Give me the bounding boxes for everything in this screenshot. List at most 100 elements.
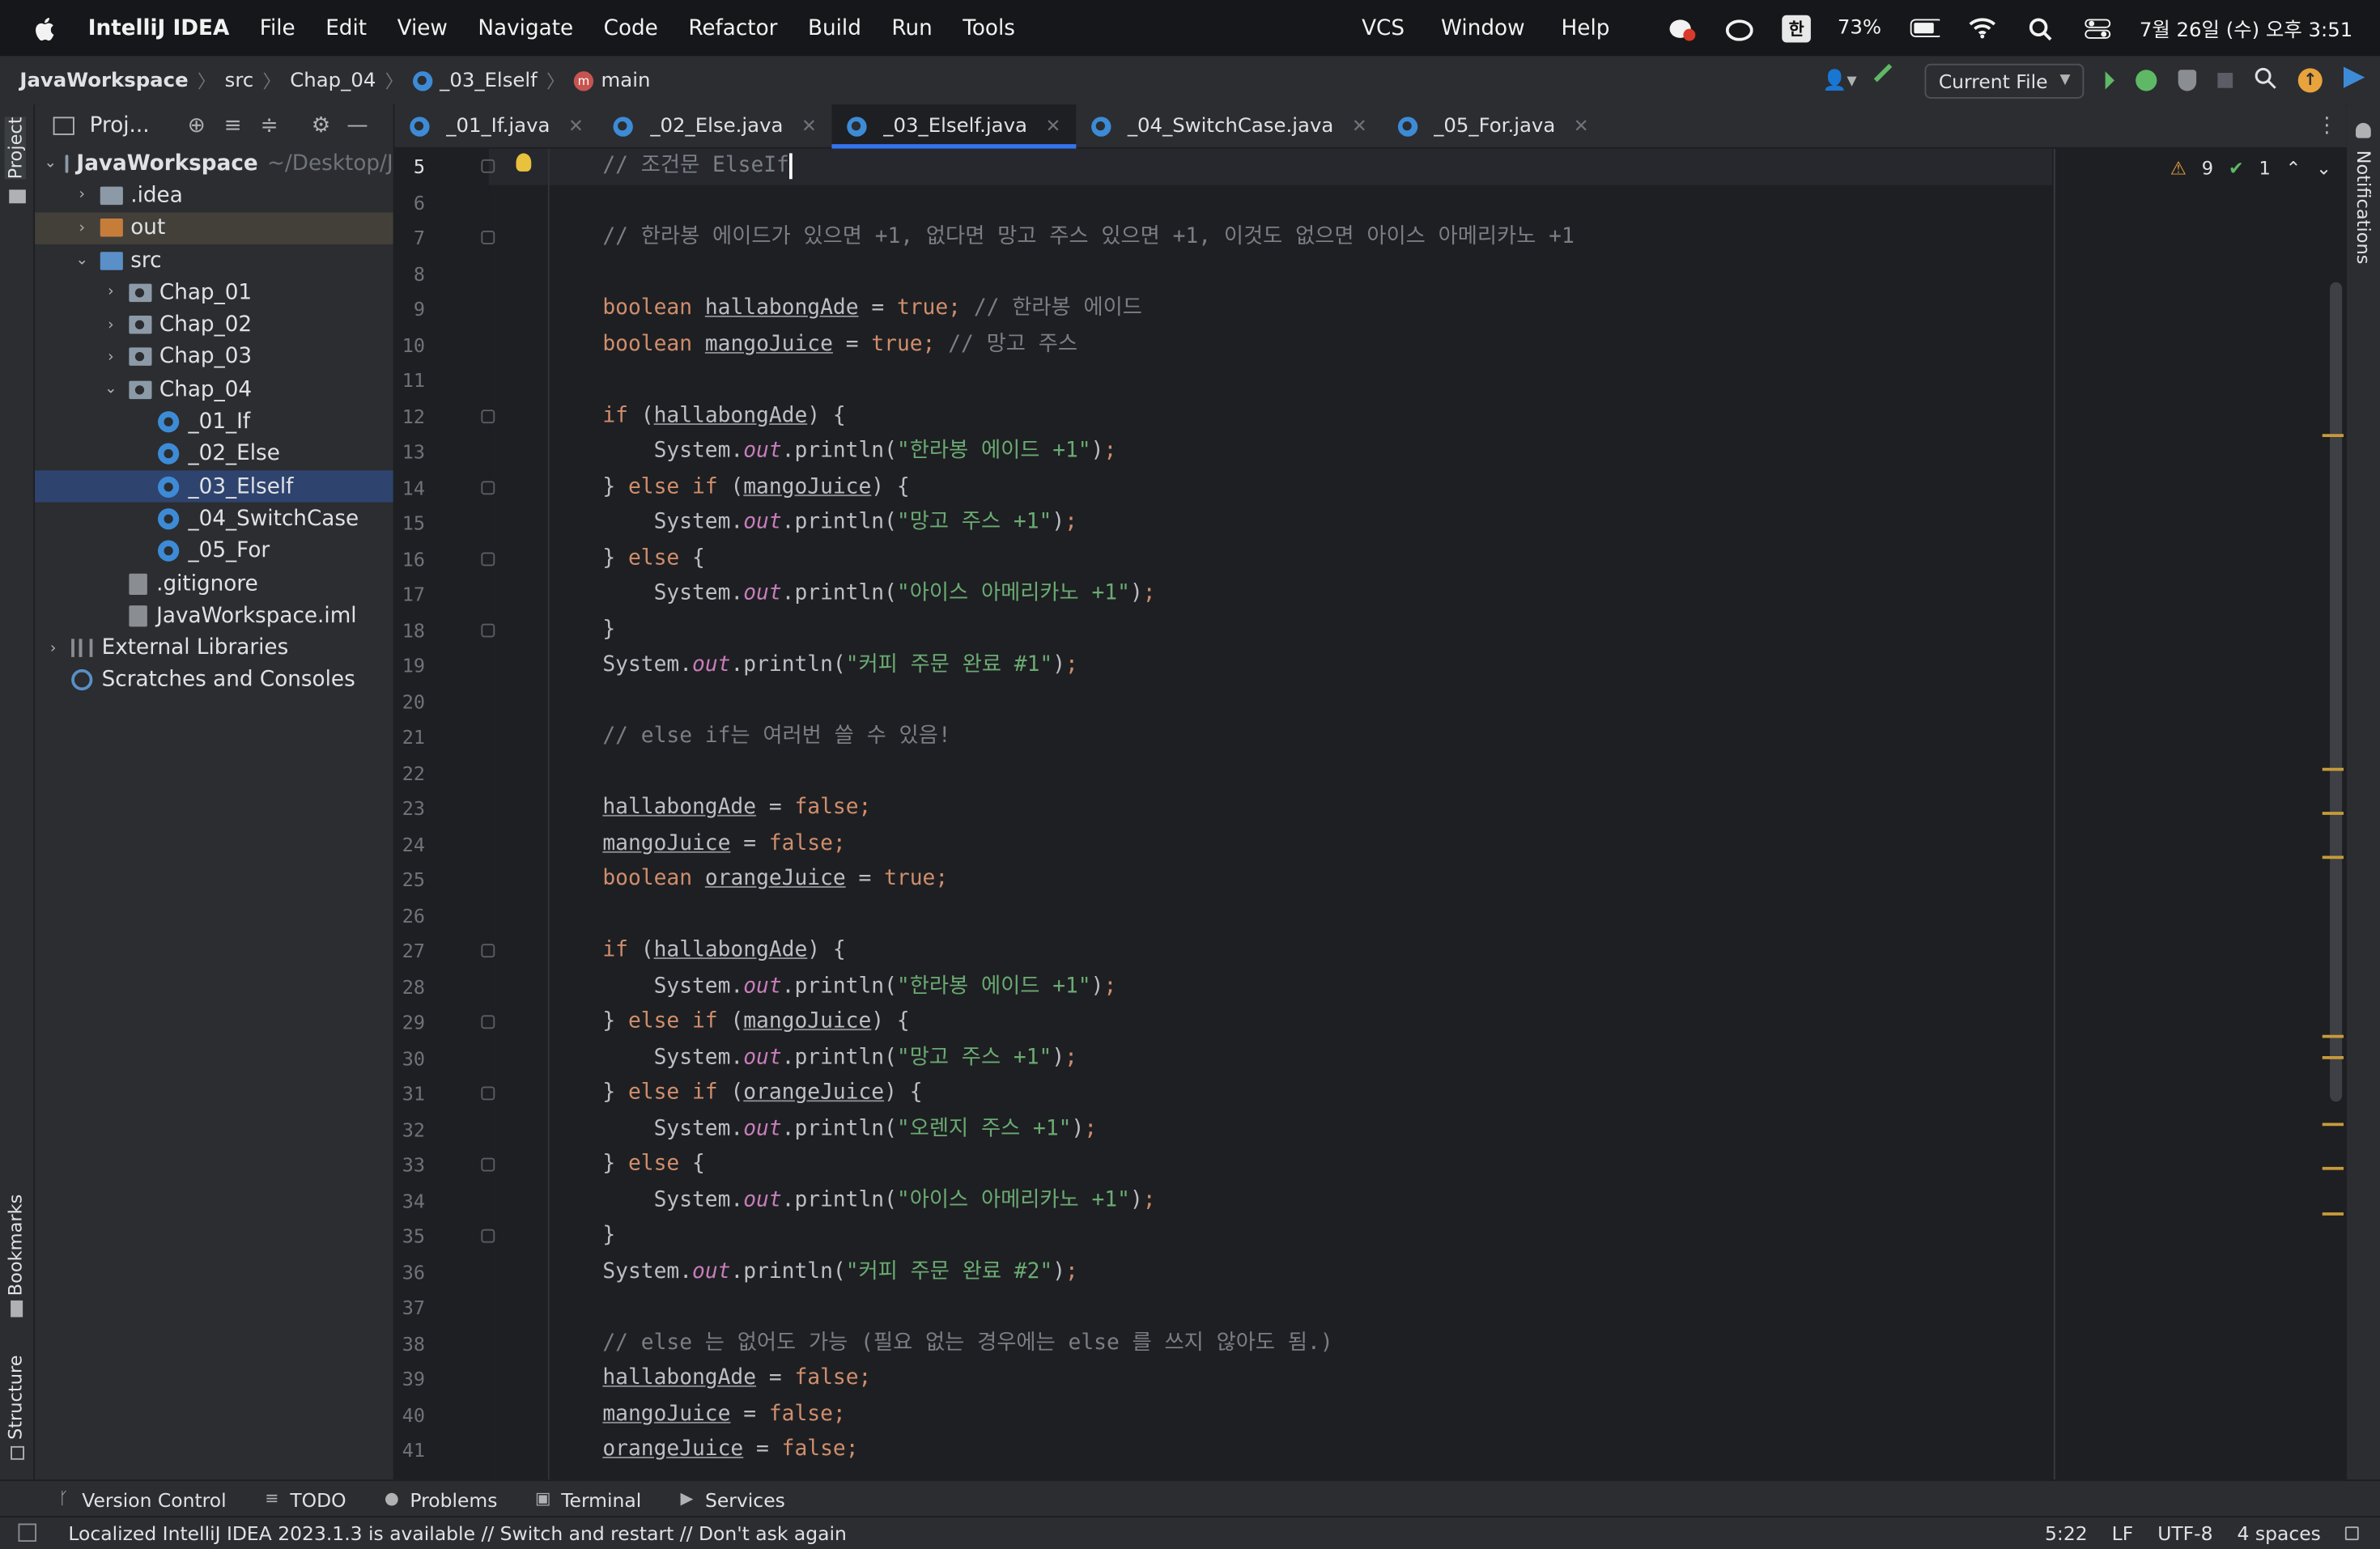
line-separator[interactable]: LF (2112, 1522, 2134, 1545)
debug-icon[interactable] (2136, 70, 2157, 91)
expand-all-icon[interactable]: ≡ (223, 116, 244, 137)
menu-app-name[interactable]: IntelliJ IDEA (88, 16, 230, 40)
editor-tab[interactable]: _02_Else.java ✕ (599, 104, 832, 147)
run-config-selector[interactable]: Current File ▼ (1924, 62, 2085, 98)
locate-icon[interactable]: ⊕ (186, 116, 207, 137)
minimize-icon[interactable]: — (346, 116, 368, 137)
tree-item[interactable]: Scratches and Consoles (35, 664, 393, 697)
tree-item[interactable]: ⌄ JavaWorkspace ~/Desktop/J (35, 147, 393, 180)
code-line[interactable]: } else { (395, 541, 704, 576)
next-highlight-icon[interactable]: ⌄ (2316, 158, 2331, 179)
code-editor[interactable]: 5 6 7 8 9 10 11 12 13 14 15 16 17 18 19 20 21 22 23 24 25 26 2… (394, 148, 2347, 1480)
chevron-right-icon[interactable]: › (44, 639, 62, 656)
code-line[interactable]: // 한라봉 에이드가 있으면 +1, 없다면 망고 주스 있으면 +1, 이것… (395, 220, 1574, 256)
tree-item[interactable]: _04_SwitchCase (35, 503, 393, 535)
search-icon[interactable] (2254, 66, 2276, 95)
menu-view[interactable]: View (397, 16, 448, 40)
coffee-icon[interactable] (1725, 15, 1756, 42)
menu-navigate[interactable]: Navigate (478, 16, 573, 40)
tree-item[interactable]: _02_Else (35, 438, 393, 470)
code-line[interactable]: System.out.println("커피 주문 완료 #2"); (395, 1254, 1077, 1290)
battery-icon[interactable] (1909, 15, 1940, 42)
caret-position[interactable]: 5:22 (2045, 1522, 2088, 1545)
previous-highlight-icon[interactable]: ⌃ (2286, 158, 2301, 179)
code-line[interactable] (395, 684, 603, 719)
menu-edit[interactable]: Edit (325, 16, 367, 40)
warning-stripe-mark[interactable] (2322, 855, 2344, 859)
code-line[interactable]: } else if (mangoJuice) { (395, 1004, 909, 1040)
run-icon[interactable] (2105, 71, 2114, 90)
warning-stripe-mark[interactable] (2322, 1034, 2344, 1038)
code-line[interactable]: System.out.println("아이스 아메리카노 +1"); (395, 577, 1156, 613)
warning-stripe-mark[interactable] (2322, 1212, 2344, 1216)
chevron-right-icon[interactable]: › (73, 187, 91, 204)
warning-stripe-mark[interactable] (2322, 812, 2344, 815)
tree-item[interactable]: ⌄ Chap_04 (35, 373, 393, 405)
code-line[interactable]: // 조건문 ElseIf (395, 149, 793, 185)
wifi-icon[interactable] (1966, 15, 1997, 42)
chevron-down-icon[interactable]: ⌄ (102, 381, 121, 398)
code-line[interactable]: } else { (395, 1148, 704, 1183)
code-line[interactable] (395, 898, 603, 933)
update-icon[interactable]: ↑ (2297, 68, 2323, 93)
menu-refactor[interactable]: Refactor (688, 16, 777, 40)
chevron-right-icon[interactable]: › (102, 349, 121, 366)
tree-item[interactable]: _05_For (35, 535, 393, 567)
tree-item[interactable]: › .idea (35, 180, 393, 212)
indent-setting[interactable]: 4 spaces (2238, 1522, 2321, 1545)
warning-stripe-mark[interactable] (2322, 1166, 2344, 1170)
warning-stripe-mark[interactable] (2322, 1056, 2344, 1059)
close-icon[interactable]: ✕ (1352, 116, 1367, 137)
project-view-icon[interactable] (53, 117, 74, 135)
code-line[interactable]: System.out.println("아이스 아메리카노 +1"); (395, 1183, 1156, 1219)
chevron-right-icon[interactable]: › (73, 219, 91, 236)
tree-item[interactable]: › External Libraries (35, 632, 393, 664)
bookmarks-tool-button[interactable]: Bookmarks (5, 1195, 26, 1296)
collapse-all-icon[interactable]: ≑ (259, 116, 280, 137)
code-line[interactable]: boolean hallabongAde = true; // 한라봉 에이드 (395, 291, 1142, 327)
code-line[interactable]: orangeJuice = false; (395, 1432, 858, 1468)
project-tool-button[interactable]: Project (4, 117, 26, 180)
menu-vcs[interactable]: VCS (1362, 16, 1405, 40)
chevron-right-icon[interactable]: › (102, 284, 121, 301)
file-encoding[interactable]: UTF-8 (2157, 1522, 2212, 1545)
warning-stripe-mark[interactable] (2322, 767, 2344, 771)
inspection-widget[interactable]: ⚠ 9 ✔ 1 ⌃ ⌄ (2170, 158, 2331, 179)
code-line[interactable]: System.out.println("한라봉 에이드 +1"); (395, 969, 1117, 1004)
tree-item[interactable]: _01_If (35, 405, 393, 438)
close-icon[interactable]: ✕ (1574, 116, 1589, 137)
version-control-tool-button[interactable]: ᚴ Version Control (55, 1487, 227, 1510)
close-icon[interactable]: ✕ (568, 116, 584, 137)
code-line[interactable]: hallabongAde = false; (395, 1361, 871, 1397)
menu-run[interactable]: Run (891, 16, 932, 40)
stop-icon[interactable] (2217, 73, 2233, 88)
code-line[interactable]: if (hallabongAde) { (395, 933, 845, 969)
close-icon[interactable]: ✕ (801, 116, 817, 137)
code-line[interactable]: System.out.println("오렌지 주스 +1"); (395, 1111, 1098, 1147)
chevron-right-icon[interactable]: › (102, 316, 121, 333)
code-line[interactable] (395, 363, 603, 398)
services-tool-button[interactable]: ▶ Services (678, 1487, 785, 1510)
code-line[interactable] (395, 256, 603, 291)
code-line[interactable]: hallabongAde = false; (395, 791, 871, 826)
code-line[interactable]: boolean mangoJuice = true; // 망고 주스 (395, 327, 1077, 363)
code-line[interactable]: mangoJuice = false; (395, 826, 845, 862)
code-line[interactable]: // else 는 없어도 가능 (필요 없는 경우에는 else 를 쓰지 않… (395, 1326, 1332, 1361)
todo-tool-button[interactable]: ≡ TODO (263, 1487, 346, 1510)
vertical-scrollbar[interactable] (2330, 282, 2343, 1102)
terminal-tool-button[interactable]: ▣ Terminal (533, 1487, 641, 1510)
code-line[interactable]: } else if (orangeJuice) { (395, 1076, 922, 1111)
tree-item[interactable]: › out (35, 211, 393, 244)
input-method-indicator[interactable]: 한 (1783, 14, 1811, 42)
chevron-down-icon[interactable]: ⌄ (44, 155, 57, 172)
code-line[interactable]: } else if (mangoJuice) { (395, 469, 909, 505)
code-line[interactable]: if (hallabongAde) { (395, 398, 845, 434)
breadcrumb-src[interactable]: src (225, 69, 254, 91)
warning-stripe-mark[interactable] (2322, 434, 2344, 437)
structure-tool-button[interactable]: Structure (5, 1355, 26, 1440)
menu-code[interactable]: Code (604, 16, 658, 40)
messenger-icon[interactable] (1668, 15, 1698, 42)
breadcrumb-project[interactable]: JavaWorkspace (19, 69, 188, 91)
tree-item[interactable]: ⌄ src (35, 244, 393, 277)
code-line[interactable]: } (395, 613, 615, 648)
